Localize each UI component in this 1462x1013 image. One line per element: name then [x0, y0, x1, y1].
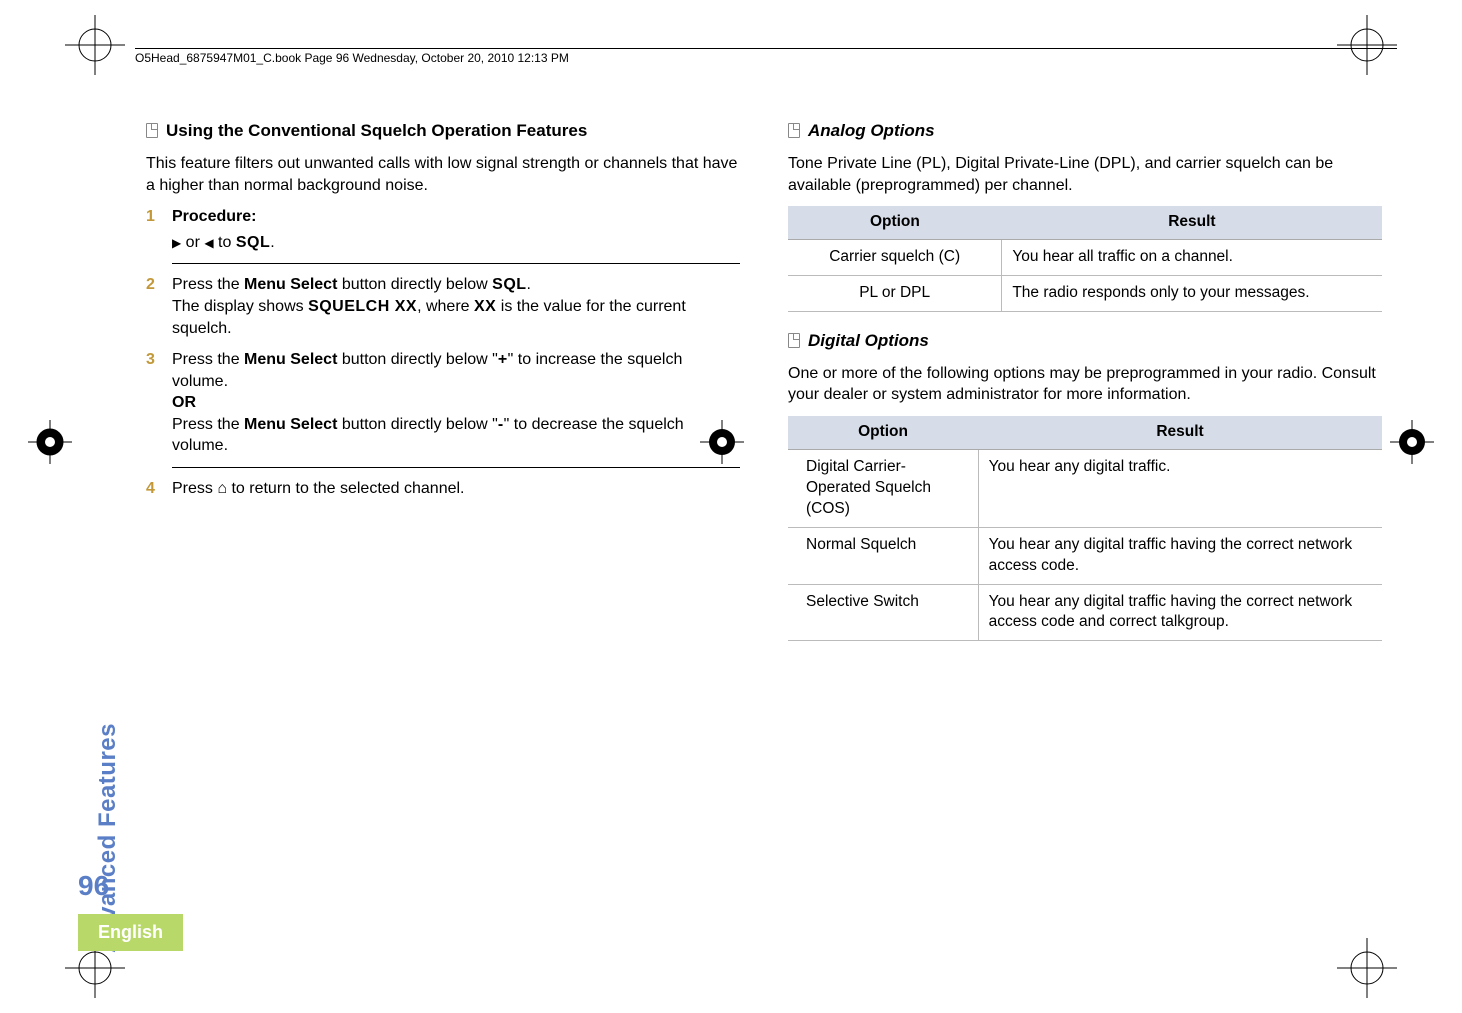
menu-select-bold-3: Menu Select — [244, 416, 337, 433]
page-icon-2 — [788, 123, 800, 138]
or-word: or — [181, 234, 204, 251]
registration-mark-right — [1390, 420, 1434, 464]
plus-token: + — [498, 351, 508, 368]
page-icon-3 — [788, 333, 800, 348]
s2-text: Press the — [172, 276, 244, 293]
analog-intro: Tone Private Line (PL), Digital Private-… — [788, 153, 1382, 196]
result-cell: You hear any digital traffic having the … — [978, 527, 1382, 584]
sql-token: SQL — [236, 234, 270, 251]
table-row: Carrier squelch (C) You hear all traffic… — [788, 240, 1382, 276]
dot: . — [270, 234, 274, 251]
option-cell: Selective Switch — [788, 584, 978, 641]
s2-l2a: The display shows — [172, 298, 308, 315]
table-row: Digital Carrier-Operated Squelch (COS) Y… — [788, 449, 1382, 527]
sql-token-2: SQL — [492, 276, 526, 293]
result-cell: The radio responds only to your messages… — [1002, 275, 1382, 311]
running-header-text: O5Head_6875947M01_C.book Page 96 Wednesd… — [135, 51, 569, 65]
result-header: Result — [978, 416, 1382, 449]
menu-select-bold-2: Menu Select — [244, 351, 337, 368]
s2-text2: button directly below — [337, 276, 492, 293]
step-divider — [172, 263, 740, 264]
digital-heading: Digital Options — [808, 330, 929, 353]
step-3-num: 3 — [146, 349, 160, 468]
crop-mark-top-right — [1332, 10, 1402, 80]
table-row: PL or DPL The radio responds only to you… — [788, 275, 1382, 311]
language-tab: English — [78, 914, 183, 951]
s4-b: to return to the selected channel. — [227, 480, 464, 497]
analog-options-table: Option Result Carrier squelch (C) You he… — [788, 206, 1382, 312]
left-intro: This feature filters out unwanted calls … — [146, 153, 740, 196]
crop-mark-top-left — [60, 10, 130, 80]
step-4-num: 4 — [146, 478, 160, 500]
squelch-xx-token: SQUELCH XX — [308, 298, 417, 315]
running-header: O5Head_6875947M01_C.book Page 96 Wednesd… — [135, 48, 1397, 65]
registration-mark-left — [28, 420, 72, 464]
left-column: Using the Conventional Squelch Operation… — [146, 120, 740, 953]
step-divider-2 — [172, 467, 740, 468]
step-2: 2 Press the Menu Select button directly … — [146, 274, 740, 339]
option-cell: PL or DPL — [788, 275, 1002, 311]
home-icon: ⌂ — [217, 480, 227, 497]
analog-heading: Analog Options — [808, 120, 935, 143]
s2-dot: . — [527, 276, 531, 293]
option-header: Option — [788, 416, 978, 449]
option-cell: Carrier squelch (C) — [788, 240, 1002, 276]
s3-l2a: Press the — [172, 416, 244, 433]
digital-options-table: Option Result Digital Carrier-Operated S… — [788, 416, 1382, 641]
right-column: Analog Options Tone Private Line (PL), D… — [788, 120, 1382, 953]
table-row: Normal Squelch You hear any digital traf… — [788, 527, 1382, 584]
s3-l1a: Press the — [172, 351, 244, 368]
table-header-row: Option Result — [788, 206, 1382, 239]
s2-l2b: , where — [417, 298, 474, 315]
result-header: Result — [1002, 206, 1382, 239]
step-1: 1 Procedure: ▶ or ◀ to SQL. — [146, 206, 740, 264]
result-cell: You hear all traffic on a channel. — [1002, 240, 1382, 276]
page-number: 96 — [78, 870, 109, 902]
option-header: Option — [788, 206, 1002, 239]
menu-select-bold: Menu Select — [244, 276, 337, 293]
s3-l2b: button directly below " — [337, 416, 497, 433]
page-icon — [146, 123, 158, 138]
digital-intro: One or more of the following options may… — [788, 363, 1382, 406]
procedure-label: Procedure: — [172, 208, 256, 225]
step-3: 3 Press the Menu Select button directly … — [146, 349, 740, 468]
option-cell: Digital Carrier-Operated Squelch (COS) — [788, 449, 978, 527]
step-2-num: 2 — [146, 274, 160, 339]
left-triangle-icon: ◀ — [204, 236, 213, 250]
result-cell: You hear any digital traffic. — [978, 449, 1382, 527]
step-1-num: 1 — [146, 206, 160, 264]
xx-token: XX — [474, 298, 496, 315]
s4-a: Press — [172, 480, 217, 497]
option-cell: Normal Squelch — [788, 527, 978, 584]
s3-l1b: button directly below " — [337, 351, 497, 368]
table-header-row: Option Result — [788, 416, 1382, 449]
or-label: OR — [172, 394, 196, 411]
table-row: Selective Switch You hear any digital tr… — [788, 584, 1382, 641]
to-word: to — [214, 234, 236, 251]
left-heading: Using the Conventional Squelch Operation… — [166, 120, 587, 143]
step-4: 4 Press ⌂ to return to the selected chan… — [146, 478, 740, 500]
result-cell: You hear any digital traffic having the … — [978, 584, 1382, 641]
right-triangle-icon: ▶ — [172, 236, 181, 250]
